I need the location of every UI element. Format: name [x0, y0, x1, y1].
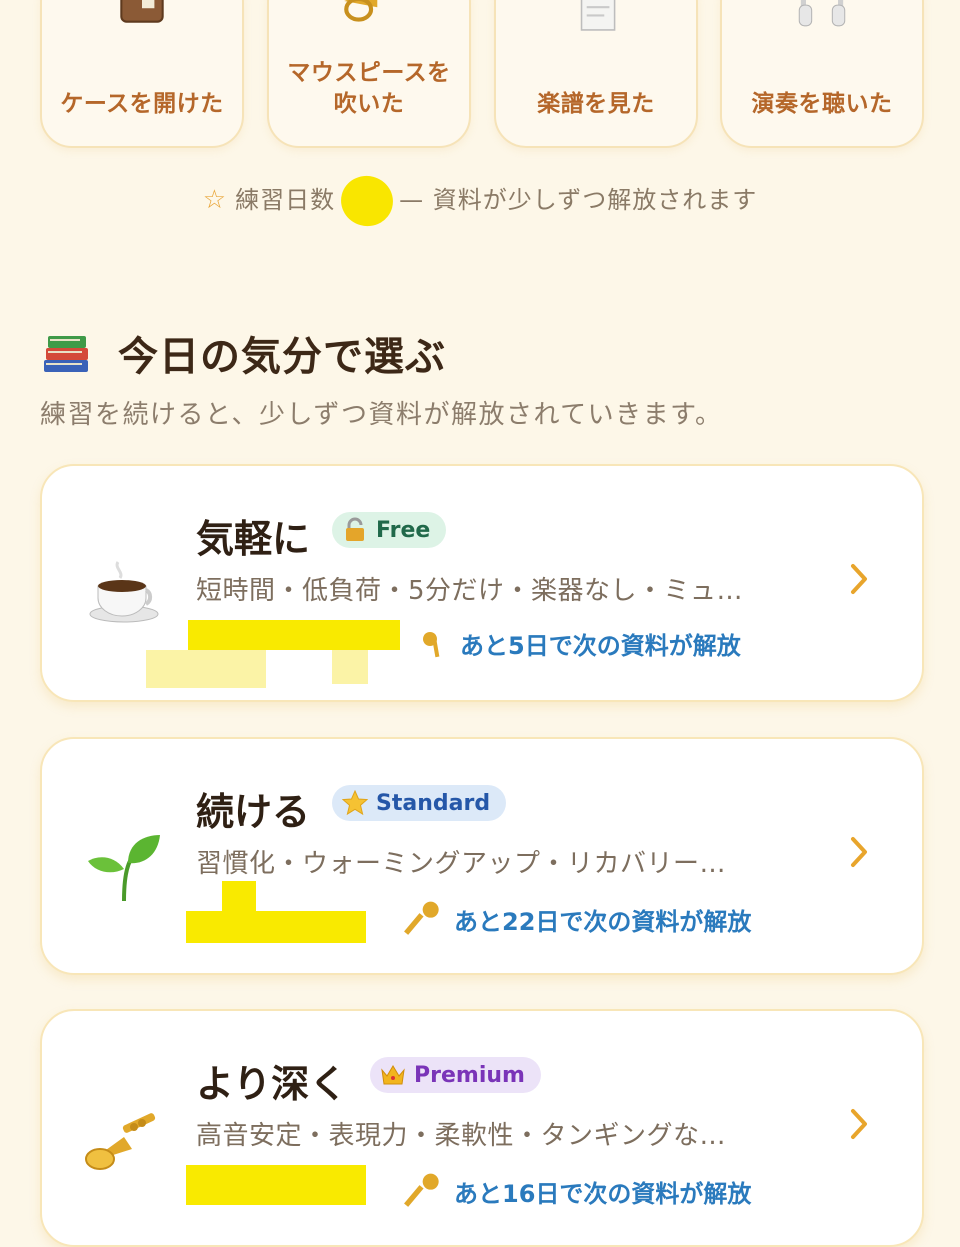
- practice-days-note: — 資料が少しずつ解放されます: [399, 186, 758, 214]
- document-icon: [580, 0, 616, 31]
- mood-card-casual[interactable]: 気軽に Free 短時間・低負荷・5分だけ・楽器なし・ミュ… あと5日で次の資料…: [40, 464, 924, 702]
- tile-label: 楽譜を見た: [537, 91, 655, 117]
- badge-label: Free: [376, 517, 431, 543]
- coffee-icon: [89, 561, 159, 623]
- card-title: より深く: [196, 1062, 348, 1106]
- unlock-hint: あと5日で次の資料が解放: [420, 626, 741, 661]
- redaction-mask: [186, 911, 366, 943]
- books-icon: [44, 336, 88, 372]
- section-heading: 今日の気分で選ぶ: [42, 324, 446, 382]
- tile-label: ケースを開けた: [60, 91, 224, 117]
- practice-days-label: 練習日数: [235, 186, 336, 214]
- tile-score[interactable]: 楽譜を見た: [494, 0, 698, 148]
- card-description: 高音安定・表現力・柔軟性・タンギングな…: [196, 1121, 727, 1151]
- chevron-right-icon[interactable]: [848, 562, 870, 596]
- tile-listen[interactable]: 演奏を聴いた: [720, 0, 924, 148]
- card-title: 気軽に: [196, 517, 311, 561]
- tile-open-case[interactable]: ケースを開けた: [40, 0, 244, 148]
- unlock-text: あと16日で次の資料が解放: [454, 1179, 752, 1208]
- unlock-hint: あと22日で次の資料が解放: [404, 899, 751, 939]
- redaction-mask: [222, 881, 256, 911]
- plan-badge-standard: Standard: [332, 785, 507, 821]
- chevron-right-icon[interactable]: [848, 835, 870, 869]
- practice-days-line: ☆ 練習日数 — 資料が少しずつ解放されます: [0, 170, 960, 232]
- card-description: 習慣化・ウォーミングアップ・リカバリー…: [196, 849, 727, 879]
- suitcase-icon: [120, 0, 164, 23]
- trumpet-icon: [85, 1113, 156, 1170]
- redaction-mask: [186, 1165, 366, 1205]
- mood-card-deeper[interactable]: より深く Premium 高音安定・表現力・柔軟性・タンギングな… あと16日で…: [40, 1009, 924, 1247]
- card-title: 続ける: [196, 790, 311, 834]
- trumpet-icon: [344, 0, 378, 22]
- mood-card-continue[interactable]: 続ける Standard 習慣化・ウォーミングアップ・リカバリー… あと22日で…: [40, 737, 924, 975]
- unlock-hint: あと16日で次の資料が解放: [404, 1171, 751, 1211]
- section-subtitle: 練習を続けると、少しずつ資料が解放されていきます。: [40, 400, 723, 430]
- unlock-text: あと22日で次の資料が解放: [454, 907, 752, 936]
- card-description: 短時間・低負荷・5分だけ・楽器なし・ミュ…: [196, 576, 744, 606]
- redaction-mask: [146, 650, 266, 688]
- seedling-icon: [88, 835, 160, 902]
- tile-label: マウスピースを吹いた: [287, 60, 451, 117]
- badge-label: Standard: [376, 790, 491, 816]
- chevron-right-icon[interactable]: [848, 1107, 870, 1141]
- action-tiles: ケースを開けた マウスピースを吹いた 楽譜を見た 演奏を聴いた: [0, 0, 960, 150]
- section-title: 今日の気分で選ぶ: [118, 334, 446, 380]
- redaction-mask: [188, 620, 400, 650]
- plan-badge-free: Free: [332, 512, 447, 548]
- key-icon: [404, 901, 439, 935]
- key-icon: [404, 1173, 439, 1207]
- lock-icon: [346, 517, 364, 541]
- star-outline-icon: ☆: [202, 185, 228, 215]
- key-icon: [423, 631, 440, 657]
- redaction-mask: [332, 650, 368, 684]
- plan-badge-premium: Premium: [370, 1057, 541, 1093]
- tile-mouthpiece[interactable]: マウスピースを吹いた: [267, 0, 471, 148]
- crown-icon: [381, 1065, 405, 1085]
- headphones-icon: [798, 0, 846, 27]
- unlock-text: あと5日で次の資料が解放: [460, 632, 741, 660]
- tile-label: 演奏を聴いた: [751, 91, 893, 117]
- badge-label: Premium: [414, 1062, 525, 1088]
- redaction-mask: [335, 170, 399, 232]
- star-icon: [342, 790, 368, 816]
